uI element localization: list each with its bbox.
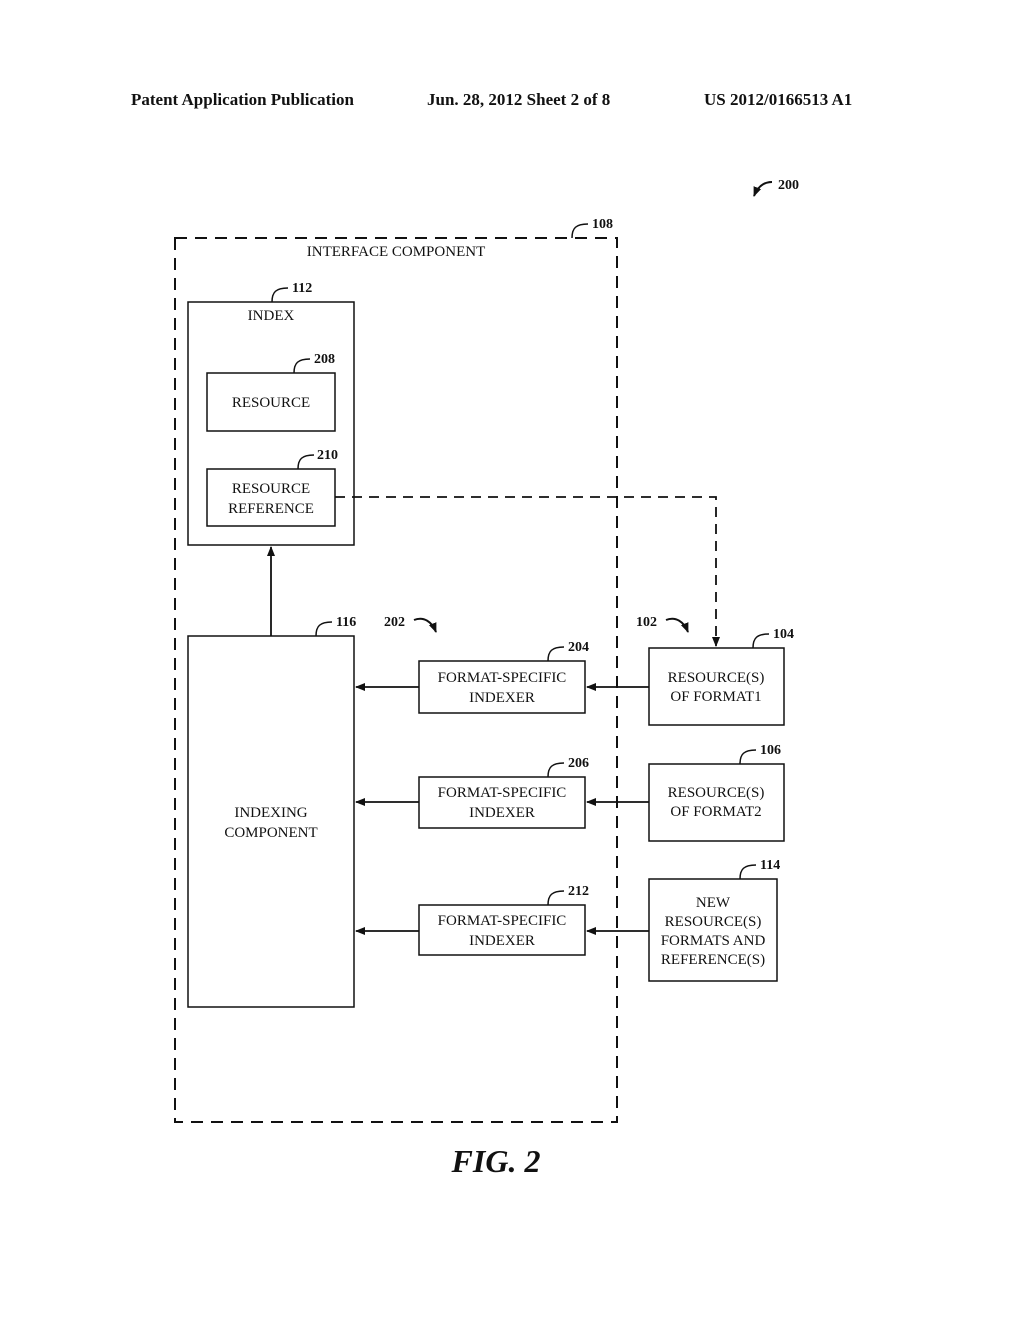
resource-reference-line1: RESOURCE [232,481,310,497]
svg-text:RESOURCE(S): RESOURCE(S) [668,785,765,801]
svg-text:REFERENCE(S): REFERENCE(S) [661,952,765,968]
resource-reference-box [206,468,336,527]
svg-text:212: 212 [568,884,589,899]
svg-text:206: 206 [568,756,589,771]
resource-format2-box [648,763,785,842]
svg-text:116: 116 [336,615,356,630]
svg-text:INDEXER: INDEXER [469,933,535,949]
diagram: 200 INTERFACE COMPONENT 108 INDEX 112 RE… [174,178,799,1179]
ref-112: 112 [271,281,312,303]
indexer-row-3: FORMAT-SPECIFIC INDEXER 212 NEW RESOURCE… [355,858,780,982]
ref-202: 202 [384,615,437,633]
ref-116: 116 [315,615,356,637]
svg-text:INDEXER: INDEXER [469,690,535,706]
indexing-component-line2: COMPONENT [224,825,317,841]
ref-208: 208 [293,352,335,374]
svg-text:OF FORMAT2: OF FORMAT2 [670,804,761,820]
svg-text:OF FORMAT1: OF FORMAT1 [670,689,761,705]
svg-text:200: 200 [778,178,799,193]
indexing-component-line1: INDEXING [234,805,307,821]
svg-text:FORMAT-SPECIFIC: FORMAT-SPECIFIC [438,670,567,686]
svg-text:208: 208 [314,352,335,367]
svg-text:FORMAT-SPECIFIC: FORMAT-SPECIFIC [438,913,567,929]
ref-102: 102 [636,615,689,633]
svg-text:210: 210 [317,448,338,463]
svg-text:NEW: NEW [696,895,731,911]
svg-text:INDEXER: INDEXER [469,805,535,821]
svg-text:204: 204 [568,640,589,655]
svg-text:RESOURCE(S): RESOURCE(S) [668,670,765,686]
svg-text:202: 202 [384,615,405,630]
index-label: INDEX [248,308,295,324]
svg-text:108: 108 [592,217,613,232]
indexing-component-box [187,635,355,1008]
svg-text:106: 106 [760,743,781,758]
figure-caption: FIG. 2 [451,1143,541,1179]
interface-component-label: INTERFACE COMPONENT [307,244,485,260]
resource-format1-box [648,647,785,726]
svg-text:112: 112 [292,281,312,296]
indexer-row-1: FORMAT-SPECIFIC INDEXER 204 RESOURCE(S) … [355,627,794,726]
svg-text:102: 102 [636,615,657,630]
svg-text:RESOURCE(S): RESOURCE(S) [665,914,762,930]
indexer-row-2: FORMAT-SPECIFIC INDEXER 206 RESOURCE(S) … [355,743,785,842]
figure-ref-200: 200 [753,178,799,197]
svg-text:114: 114 [760,858,780,873]
svg-text:104: 104 [773,627,794,642]
svg-text:FORMATS AND: FORMATS AND [661,933,766,949]
ref-108: 108 [571,217,613,239]
ref-210: 210 [297,448,338,470]
resource-label: RESOURCE [232,395,310,411]
svg-text:FORMAT-SPECIFIC: FORMAT-SPECIFIC [438,785,567,801]
resource-reference-line2: REFERENCE [228,501,314,517]
